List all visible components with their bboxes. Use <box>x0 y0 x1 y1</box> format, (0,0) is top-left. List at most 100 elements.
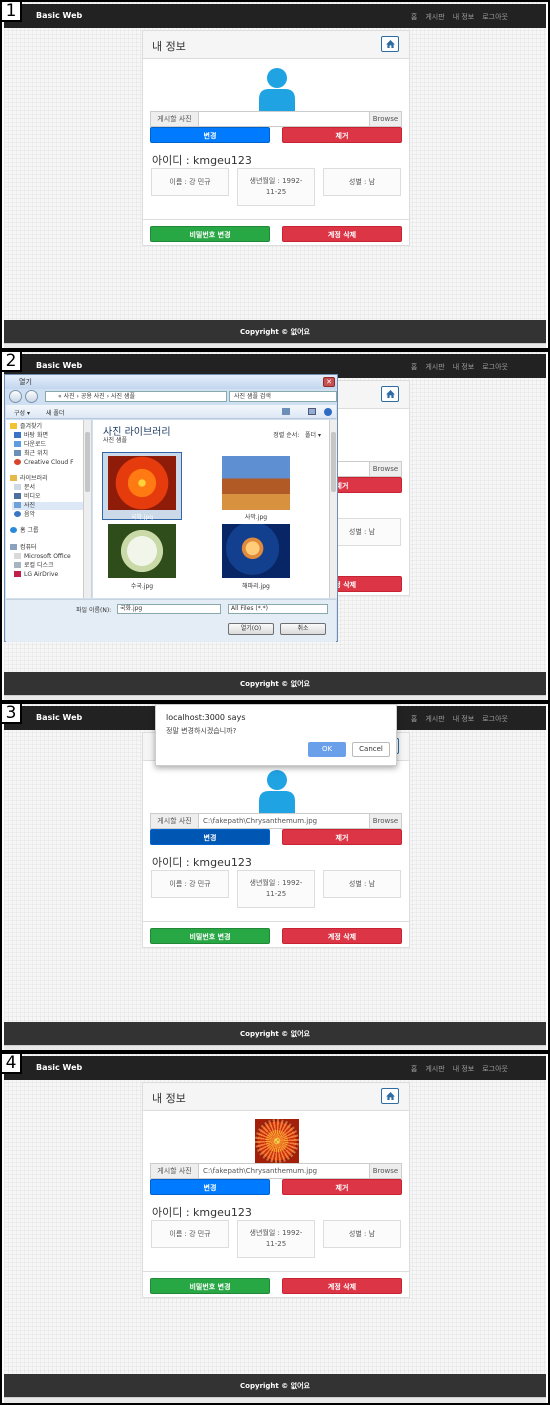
home-button[interactable] <box>381 1088 399 1104</box>
file-label-jellyfish[interactable]: 해파리.jpg <box>216 581 296 590</box>
remove-photo-button[interactable]: 제거 <box>282 1179 402 1195</box>
browse-button[interactable]: Browse <box>369 462 401 476</box>
remove-photo-button[interactable]: 제거 <box>282 829 402 845</box>
nav-board[interactable]: 게시판 <box>425 12 444 22</box>
alert-ok-button[interactable]: OK <box>308 742 346 757</box>
address-bar[interactable]: « 사진 › 공용 사진 › 사진 샘플 <box>45 391 227 402</box>
preview-pane-icon[interactable] <box>308 408 316 415</box>
remove-photo-button[interactable]: 제거 <box>282 127 402 143</box>
nav-logout[interactable]: 로그아웃 <box>482 1064 508 1074</box>
view-icon[interactable] <box>282 408 290 415</box>
photo-file-input[interactable]: 게시할 사진 C:\fakepath\Chrysanthemum.jpg Bro… <box>150 1163 402 1179</box>
avatar-icon <box>259 770 295 813</box>
delete-account-button[interactable]: 계정 삭제 <box>282 1278 402 1294</box>
horizontal-scrollbar[interactable] <box>4 1045 546 1050</box>
gender-box: 성별 : 남 <box>323 168 401 196</box>
tree-item-videos[interactable]: 비디오 <box>14 493 41 501</box>
filename-input[interactable]: 국화.jpg <box>117 604 221 614</box>
alert-cancel-button[interactable]: Cancel <box>352 742 390 757</box>
tree-item-recent[interactable]: 최근 위치 <box>14 450 48 458</box>
dialog-cancel-button[interactable]: 취소 <box>280 623 326 635</box>
tree-item-lg-airdrive[interactable]: LG AirDrive <box>14 571 58 579</box>
birth-text-line2: 11-25 <box>265 188 287 196</box>
birth-box: 생년월일 : 1992- 11-25 <box>237 870 315 908</box>
tree-item-creative-cloud[interactable]: Creative Cloud F <box>14 459 74 467</box>
nav-board[interactable]: 게시판 <box>425 1064 444 1074</box>
tree-item-pictures[interactable]: 사진 <box>12 502 88 510</box>
change-photo-button[interactable]: 변경 <box>150 829 270 845</box>
tree-item-desktop[interactable]: 바탕 화면 <box>14 432 48 440</box>
file-type-select[interactable]: All Files (*.*) <box>228 604 328 614</box>
horizontal-scrollbar[interactable] <box>4 695 546 700</box>
organize-button[interactable]: 구성 ▾ <box>14 408 30 417</box>
nav-home[interactable]: 홈 <box>411 1064 417 1074</box>
file-input-label: 게시할 사진 <box>151 814 199 828</box>
nav-board[interactable]: 게시판 <box>425 714 444 724</box>
thumb-desert[interactable] <box>222 456 290 510</box>
nav-myinfo[interactable]: 내 정보 <box>453 714 475 724</box>
step-2-panel: 2 Basic Web 홈 게시판 내 정보 로그아웃 내 정보 게시할 사진 … <box>0 350 550 702</box>
thumb-jellyfish[interactable] <box>222 524 290 578</box>
change-photo-button[interactable]: 변경 <box>150 127 270 143</box>
thumb-chrysanthemum[interactable] <box>108 456 176 510</box>
nav-home[interactable]: 홈 <box>411 714 417 724</box>
help-icon[interactable] <box>324 408 332 416</box>
delete-account-button[interactable]: 계정 삭제 <box>282 928 402 944</box>
file-list-scrollbar[interactable] <box>329 420 337 598</box>
back-button[interactable] <box>9 390 22 403</box>
search-input[interactable]: 사진 샘플 검색 <box>229 391 337 402</box>
new-folder-button[interactable]: 새 폴더 <box>46 408 64 417</box>
horizontal-scrollbar[interactable] <box>4 343 546 348</box>
nav-home[interactable]: 홈 <box>411 12 417 22</box>
tree-item-documents[interactable]: 문서 <box>14 484 35 492</box>
tree-item-favorites[interactable]: 즐겨찾기 <box>10 423 42 431</box>
change-password-button[interactable]: 비밀번호 변경 <box>150 928 270 944</box>
tree-item-libraries[interactable]: 라이브러리 <box>10 475 48 483</box>
home-button[interactable] <box>381 386 399 402</box>
nav-logout[interactable]: 로그아웃 <box>482 362 508 372</box>
tree-item-ms-office[interactable]: Microsoft Office <box>14 553 71 561</box>
brand-link[interactable]: Basic Web <box>36 713 82 722</box>
nav-myinfo[interactable]: 내 정보 <box>453 1064 475 1074</box>
tree-scrollbar[interactable] <box>83 420 91 598</box>
dialog-close-button[interactable]: ✕ <box>323 377 335 387</box>
file-label-hydrangeas[interactable]: 수국.jpg <box>102 581 182 590</box>
delete-account-button[interactable]: 계정 삭제 <box>282 226 402 242</box>
brand-link[interactable]: Basic Web <box>36 1063 82 1072</box>
step-number: 1 <box>2 2 22 22</box>
file-input-label: 게시할 사진 <box>151 1164 199 1178</box>
brand-link[interactable]: Basic Web <box>36 361 82 370</box>
photo-file-input[interactable]: 게시할 사진 Browse <box>150 111 402 127</box>
change-password-button[interactable]: 비밀번호 변경 <box>150 1278 270 1294</box>
card-divider <box>143 921 409 922</box>
change-photo-button[interactable]: 변경 <box>150 1179 270 1195</box>
tree-item-homegroup[interactable]: 홈 그룹 <box>10 527 38 535</box>
thumb-hydrangeas[interactable] <box>108 524 176 578</box>
tree-item-music[interactable]: 음악 <box>14 511 35 519</box>
file-path-text: C:\fakepath\Chrysanthemum.jpg <box>203 817 318 825</box>
tree-item-local-disk[interactable]: 로컬 디스크 <box>14 562 54 570</box>
sort-control[interactable]: 정렬 순서: 폴더 ▾ <box>273 430 321 439</box>
nav-board[interactable]: 게시판 <box>425 362 444 372</box>
horizontal-scrollbar[interactable] <box>4 1397 546 1403</box>
home-button[interactable] <box>381 36 399 52</box>
nav-myinfo[interactable]: 내 정보 <box>453 12 475 22</box>
nav-logout[interactable]: 로그아웃 <box>482 12 508 22</box>
nav-myinfo[interactable]: 내 정보 <box>453 362 475 372</box>
open-button[interactable]: 열기(O) <box>228 623 274 635</box>
change-password-button[interactable]: 비밀번호 변경 <box>150 226 270 242</box>
nav-logout[interactable]: 로그아웃 <box>482 714 508 724</box>
forward-button[interactable] <box>25 390 38 403</box>
browse-button[interactable]: Browse <box>369 112 401 126</box>
tree-item-computer[interactable]: 컴퓨터 <box>10 544 37 552</box>
brand-link[interactable]: Basic Web <box>36 11 82 20</box>
browse-button[interactable]: Browse <box>369 814 401 828</box>
step-4-panel: 4 Basic Web 홈 게시판 내 정보 로그아웃 내 정보 게시할 사진 … <box>0 1052 550 1405</box>
nav-home[interactable]: 홈 <box>411 362 417 372</box>
file-label-chrysanthemum[interactable]: 국화.jpg <box>102 512 182 521</box>
page-title: 내 정보 <box>152 40 186 53</box>
tree-item-downloads[interactable]: 다운로드 <box>14 441 46 449</box>
file-label-desert[interactable]: 사막.jpg <box>216 512 296 521</box>
photo-file-input[interactable]: 게시할 사진 C:\fakepath\Chrysanthemum.jpg Bro… <box>150 813 402 829</box>
browse-button[interactable]: Browse <box>369 1164 401 1178</box>
